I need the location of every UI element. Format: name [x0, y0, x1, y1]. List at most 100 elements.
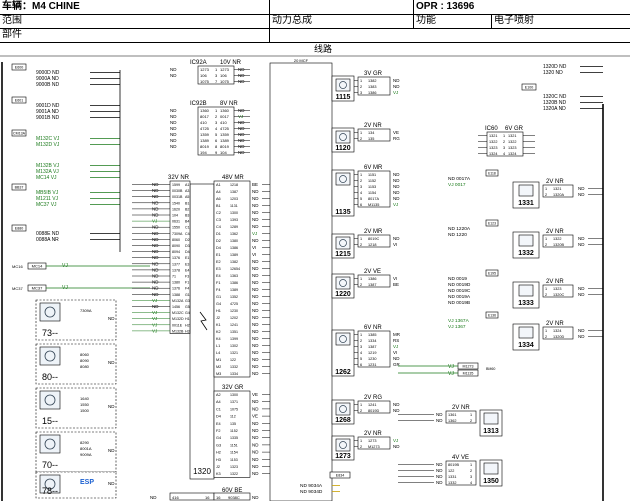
ecu-left-pin-wire: 0631 — [172, 220, 180, 224]
component-wire: 1153 — [368, 185, 376, 189]
ic-row-wire-right: 0017 — [220, 114, 230, 119]
bottom-link-ref: E834 — [336, 474, 344, 478]
ecu-right-pin-id: F4 — [216, 288, 220, 292]
component-color: ND — [436, 418, 443, 423]
ecu-left-pin-wire: 1380 — [172, 281, 180, 285]
ic-row-wire-left: 8019 — [200, 144, 210, 149]
ecu2-pin-color: ND — [252, 450, 259, 455]
ecu-left-pin-id: E3 — [185, 262, 189, 266]
ic-row-wire-left: 194 — [200, 150, 207, 155]
component-wire: 1241 — [368, 403, 376, 407]
component-color: ND — [108, 448, 115, 453]
right-comp-ref: E123 — [488, 221, 496, 225]
component-code: 1500 — [80, 408, 90, 413]
component-color: ND — [578, 292, 585, 297]
ecu-left-pin-wire: 1376 — [172, 287, 180, 291]
right-comp-input: ND 1220A — [448, 226, 471, 232]
component-connector: 2V MR — [364, 229, 383, 235]
ecu-right-pin-id: G4 — [216, 302, 221, 306]
component-color: VI — [393, 350, 397, 355]
bottom-link-label: ND 9034D — [300, 489, 323, 495]
ecu-right-pin-id: E2 — [216, 260, 221, 264]
ecu-right-pin-wire: 1393 — [230, 218, 238, 222]
component-color: ND — [393, 78, 400, 83]
component-icon — [39, 302, 61, 322]
ecu-right-pin-wire: 1362 — [230, 232, 238, 236]
component-color: ND — [393, 84, 400, 89]
ic-row-wire-right: 1359 — [220, 132, 230, 137]
component-pin: 2 — [545, 243, 547, 247]
ecu-right-pin-id: E1 — [216, 253, 221, 257]
ecu-bottom-left-color: ND — [150, 495, 157, 500]
ecu-left-pin-id: D3 — [185, 244, 190, 248]
ecu-right-pin-wire: 1302 — [230, 344, 238, 348]
m-link-color: VJ — [448, 371, 454, 377]
component-icon — [335, 276, 351, 290]
ic60-wire-left: 1323 — [489, 146, 497, 150]
ecu2-pin-id: H3 — [216, 458, 221, 462]
ecu-right-pin-wire: 1363 — [230, 274, 238, 278]
component-pin: 2 — [360, 283, 362, 287]
ic-row-wire-right: 1389 — [220, 138, 230, 143]
right-terminal-code: 1320A ND — [543, 106, 566, 112]
component-code: ESP — [80, 479, 94, 486]
right-comp-input: VJ 1367 — [448, 324, 466, 330]
ecu-right-pin-id: C4 — [216, 225, 221, 229]
component-color: ND — [108, 360, 115, 365]
component-color: ND — [578, 334, 585, 339]
ecu-right-pin-color: ND — [252, 273, 259, 278]
ic-block-conn: 10V NR — [220, 60, 242, 66]
component-connector: 6V MR — [364, 165, 383, 171]
m-link-ref: BM60 — [486, 367, 495, 371]
mc-link-label: MC14 — [32, 263, 43, 268]
mc-link-ref: MC16 — [12, 264, 23, 269]
ecu-left-pin-id: B1 — [185, 201, 189, 205]
ecu-right-pin-id: C2 — [216, 211, 221, 215]
ecu-right-pin-color: ND — [252, 224, 259, 229]
ecu-left-pin-wire: 1376 — [172, 256, 180, 260]
ecu-right-pin-color: ND — [252, 357, 259, 362]
header-table: 车辆：M4 CHINE OPR : 13696 范围 动力总成 功能 电子喷射 … — [0, 0, 630, 43]
component-code: 1640 — [80, 396, 90, 401]
ecu2-pin-id: J2 — [216, 465, 220, 469]
ic60-wire-right: 1323 — [508, 146, 516, 150]
component-color: ND — [393, 236, 400, 241]
ecu-right-pin-wire: 1386 — [230, 246, 238, 250]
ecu-right-pin-id: D4 — [216, 246, 221, 250]
ic-block-id: IC92A — [190, 60, 207, 66]
component-color: ND — [436, 468, 443, 473]
ecu-right-pin-color: ND — [252, 266, 259, 271]
component-wire: 1231 — [368, 363, 376, 367]
right-comp-input: ND 0019D — [448, 282, 471, 288]
component-code: 8001A — [80, 446, 92, 451]
component-id: 1313 — [483, 428, 499, 435]
ecu-left-pin-id: D4 — [185, 250, 190, 254]
ecu-right-pin-color: ND — [252, 280, 259, 285]
ecu-right-pin-id: E3 — [216, 267, 221, 271]
component-wire: 8019C — [368, 237, 379, 241]
ecu-left-pin-wire: 8060 — [172, 238, 180, 242]
component-wire: 1324 — [553, 329, 561, 333]
ecu-number: 1320 — [193, 467, 211, 476]
ecu-right-pin-wire: 1386 — [230, 281, 238, 285]
component-number: 80-- — [42, 372, 58, 382]
terminal-ref-label: E600 — [15, 66, 23, 70]
ecu-right-pin-color: VJ — [252, 231, 257, 236]
component-number: 70-- — [42, 460, 58, 470]
ic-row-wire-right: 1360 — [220, 108, 230, 113]
component-pin: 2 — [360, 445, 362, 449]
component-pin: 2 — [360, 243, 362, 247]
ecu-right-pin-wire: 4725 — [230, 302, 238, 306]
component-wire: 1273 — [368, 439, 376, 443]
right-comp-ref: E195 — [488, 271, 496, 275]
ecu-left-pin-id: F4 — [185, 287, 189, 291]
component-wire: 1386 — [368, 277, 376, 281]
ecu-right-pin-id: F1 — [216, 281, 220, 285]
component-color: ND — [578, 236, 585, 241]
ecu2-pin-wire: 1151 — [230, 443, 238, 447]
component-color: ND — [578, 242, 585, 247]
component-color: ND — [578, 186, 585, 191]
ecu-left-pin-id: C1 — [185, 226, 190, 230]
ecu2-pin-color: ND — [252, 406, 259, 411]
component-icon — [335, 78, 351, 92]
